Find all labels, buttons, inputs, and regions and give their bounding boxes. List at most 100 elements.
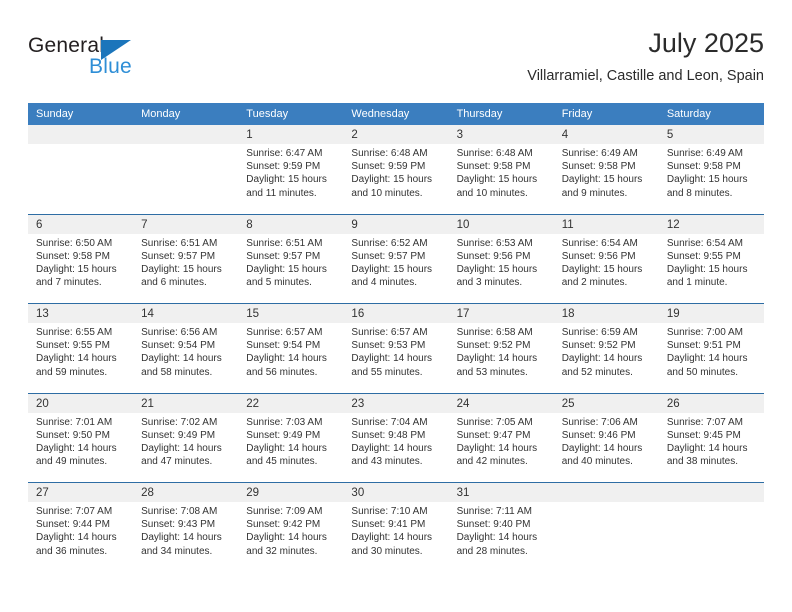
daylight-text-line2: and 38 minutes. <box>666 456 739 468</box>
daylight-text-line1: Daylight: 14 hours <box>666 353 748 365</box>
generalblue-logo[interactable]: General Blue <box>28 34 228 90</box>
sunset-text: Sunset: 9:57 PM <box>351 250 426 262</box>
day-number: 23 <box>351 397 365 410</box>
calendar-day-cell[interactable]: 19 Sunrise: 7:00 AM Sunset: 9:51 PM Dayligh… <box>658 304 764 393</box>
sunrise-text: Sunrise: 6:53 AM <box>456 237 533 249</box>
sunset-text: Sunset: 9:59 PM <box>351 161 426 173</box>
daylight-text-line2: and 34 minutes. <box>141 545 213 557</box>
calendar-day-cell[interactable]: 15 Sunrise: 6:57 AM Sunset: 9:54 PM Dayligh… <box>238 304 344 393</box>
sunset-text: Sunset: 9:57 PM <box>141 250 216 262</box>
calendar-day-cell[interactable]: 2 Sunrise: 6:48 AM Sunset: 9:59 PM Daylight… <box>343 125 449 214</box>
day-number-band: 29 <box>238 483 344 502</box>
daylight-text-line2: and 11 minutes. <box>246 187 317 199</box>
calendar-day-cell[interactable]: 9 Sunrise: 6:52 AM Sunset: 9:57 PM Daylight… <box>343 214 449 303</box>
calendar-day-cell[interactable]: 3 Sunrise: 6:48 AM Sunset: 9:58 PM Daylight… <box>448 125 554 214</box>
calendar-day-cell[interactable]: 20 Sunrise: 7:01 AM Sunset: 9:50 PM Dayligh… <box>28 393 134 482</box>
sunset-text: Sunset: 9:41 PM <box>351 519 426 531</box>
day-details: Sunrise: 7:11 AM Sunset: 9:40 PM Daylight:… <box>449 502 554 558</box>
weekday-header-tuesday: Tuesday <box>246 108 289 120</box>
sunrise-text: Sunrise: 6:52 AM <box>351 237 428 249</box>
daylight-text-line1: Daylight: 14 hours <box>36 442 117 454</box>
calendar-day-cell[interactable]: 24 Sunrise: 7:05 AM Sunset: 9:47 PM Dayligh… <box>448 393 554 482</box>
day-number-band: 24 <box>448 393 554 413</box>
calendar-day-cell[interactable]: 4 Sunrise: 6:49 AM Sunset: 9:58 PM Daylight… <box>553 125 659 214</box>
daylight-text-line1: Daylight: 15 hours <box>141 263 222 275</box>
daylight-text-line1: Daylight: 15 hours <box>456 174 538 186</box>
sunset-text: Sunset: 9:49 PM <box>246 429 321 441</box>
day-number: 1 <box>246 129 253 141</box>
calendar-day-cell[interactable]: 25 Sunrise: 7:06 AM Sunset: 9:46 PM Dayligh… <box>553 393 659 482</box>
daylight-text-line1: Daylight: 14 hours <box>456 532 538 544</box>
sunset-text: Sunset: 9:58 PM <box>666 161 741 173</box>
day-number-band: 20 <box>28 393 134 413</box>
day-details: Sunrise: 6:49 AM Sunset: 9:58 PM Daylight:… <box>659 144 764 200</box>
daylight-text-line2: and 59 minutes. <box>36 366 108 378</box>
daylight-text-line1: Daylight: 15 hours <box>561 174 643 186</box>
calendar-day-cell[interactable]: 27 Sunrise: 7:07 AM Sunset: 9:44 PM Dayligh… <box>28 483 134 572</box>
daylight-text-line1: Daylight: 15 hours <box>666 174 748 186</box>
day-number-band: 21 <box>133 393 239 413</box>
day-number-band: 28 <box>133 483 239 502</box>
calendar-day-cell[interactable]: 7 Sunrise: 6:51 AM Sunset: 9:57 PM Daylight… <box>133 214 239 303</box>
calendar-day-cell[interactable]: 23 Sunrise: 7:04 AM Sunset: 9:48 PM Dayligh… <box>343 393 449 482</box>
calendar-day-cell[interactable]: 29 Sunrise: 7:09 AM Sunset: 9:42 PM Dayligh… <box>238 483 344 572</box>
weekday-header-friday: Friday <box>561 108 593 120</box>
calendar-day-cell[interactable]: 1 Sunrise: 6:47 AM Sunset: 9:59 PM Daylight… <box>238 125 344 214</box>
calendar-day-cell[interactable]: 10 Sunrise: 6:53 AM Sunset: 9:56 PM Dayligh… <box>448 214 554 303</box>
calendar-day-cell[interactable]: 31 Sunrise: 7:11 AM Sunset: 9:40 PM Dayligh… <box>448 483 554 572</box>
day-number-band: 7 <box>133 214 239 234</box>
day-details: Sunrise: 6:53 AM Sunset: 9:56 PM Daylight:… <box>449 234 554 290</box>
sunrise-text: Sunrise: 6:56 AM <box>141 327 218 338</box>
day-details: Sunrise: 6:54 AM Sunset: 9:55 PM Daylight:… <box>659 234 764 290</box>
daylight-text-line2: and 49 minutes. <box>36 456 108 468</box>
calendar-day-cell[interactable]: 13 Sunrise: 6:55 AM Sunset: 9:55 PM Dayligh… <box>28 304 134 393</box>
day-details: Sunrise: 7:04 AM Sunset: 9:48 PM Daylight:… <box>343 413 448 469</box>
calendar-day-cell[interactable]: 11 Sunrise: 6:54 AM Sunset: 9:56 PM Dayligh… <box>553 214 659 303</box>
day-details: Sunrise: 6:48 AM Sunset: 9:59 PM Daylight:… <box>343 144 448 200</box>
day-number-band: 31 <box>448 483 554 502</box>
sunrise-text: Sunrise: 6:54 AM <box>666 237 743 249</box>
day-number: 29 <box>246 487 260 499</box>
daylight-text-line1: Daylight: 15 hours <box>666 263 748 275</box>
daylight-text-line1: Daylight: 15 hours <box>351 263 433 275</box>
calendar-day-cell[interactable]: 12 Sunrise: 6:54 AM Sunset: 9:55 PM Dayligh… <box>658 214 764 303</box>
daylight-text-line1: Daylight: 14 hours <box>246 353 327 365</box>
calendar-day-cell[interactable]: 28 Sunrise: 7:08 AM Sunset: 9:43 PM Dayligh… <box>133 483 239 572</box>
calendar-day-cell[interactable]: 18 Sunrise: 6:59 AM Sunset: 9:52 PM Dayligh… <box>553 304 659 393</box>
daylight-text-line1: Daylight: 14 hours <box>351 353 433 365</box>
day-details: Sunrise: 7:00 AM Sunset: 9:51 PM Daylight:… <box>659 323 764 379</box>
daylight-text-line2: and 3 minutes. <box>456 277 523 289</box>
daylight-text-line2: and 30 minutes. <box>351 545 423 557</box>
calendar-week-row: 13 Sunrise: 6:55 AM Sunset: 9:55 PM Dayligh… <box>28 303 764 393</box>
calendar-day-cell[interactable]: 21 Sunrise: 7:02 AM Sunset: 9:49 PM Dayligh… <box>133 393 239 482</box>
sunset-text: Sunset: 9:56 PM <box>456 250 531 262</box>
calendar-day-cell[interactable]: 26 Sunrise: 7:07 AM Sunset: 9:45 PM Dayligh… <box>658 393 764 482</box>
day-number: 20 <box>36 397 49 410</box>
day-number-band <box>133 125 239 144</box>
weekday-header-monday: Monday <box>141 108 181 120</box>
calendar-day-cell[interactable]: 6 Sunrise: 6:50 AM Sunset: 9:58 PM Daylight… <box>28 214 134 303</box>
calendar-day-cell[interactable]: 17 Sunrise: 6:58 AM Sunset: 9:52 PM Dayligh… <box>448 304 554 393</box>
calendar-day-cell[interactable]: 8 Sunrise: 6:51 AM Sunset: 9:57 PM Daylight… <box>238 214 344 303</box>
day-details: Sunrise: 6:58 AM Sunset: 9:52 PM Daylight:… <box>449 323 554 379</box>
day-number-band: 22 <box>238 393 344 413</box>
calendar-day-cell[interactable]: 5 Sunrise: 6:49 AM Sunset: 9:58 PM Daylight… <box>658 125 764 214</box>
page-subtitle: Villarramiel, Castille and Leon, Spain <box>527 68 764 84</box>
day-number-band: 4 <box>553 125 659 144</box>
day-number: 5 <box>666 129 674 141</box>
sunset-text: Sunset: 9:44 PM <box>36 519 110 531</box>
calendar-week-row: 6 Sunrise: 6:50 AM Sunset: 9:58 PM Daylight… <box>28 213 764 303</box>
daylight-text-line2: and 4 minutes. <box>351 277 418 289</box>
day-details: Sunrise: 6:49 AM Sunset: 9:58 PM Daylight:… <box>554 144 659 200</box>
sunset-text: Sunset: 9:48 PM <box>351 429 426 441</box>
sunrise-text: Sunrise: 7:03 AM <box>246 416 323 428</box>
calendar-day-cell[interactable]: 30 Sunrise: 7:10 AM Sunset: 9:41 PM Dayligh… <box>343 483 449 572</box>
daylight-text-line1: Daylight: 14 hours <box>141 442 222 454</box>
calendar-day-cell[interactable]: 14 Sunrise: 6:56 AM Sunset: 9:54 PM Dayligh… <box>133 304 239 393</box>
calendar-day-cell[interactable]: 16 Sunrise: 6:57 AM Sunset: 9:53 PM Dayligh… <box>343 304 449 393</box>
daylight-text-line2: and 2 minutes. <box>561 277 628 289</box>
day-number-band: 30 <box>343 483 449 502</box>
sunrise-text: Sunrise: 7:06 AM <box>561 416 638 428</box>
day-number-band <box>553 483 659 502</box>
calendar-day-cell[interactable]: 22 Sunrise: 7:03 AM Sunset: 9:49 PM Dayligh… <box>238 393 344 482</box>
